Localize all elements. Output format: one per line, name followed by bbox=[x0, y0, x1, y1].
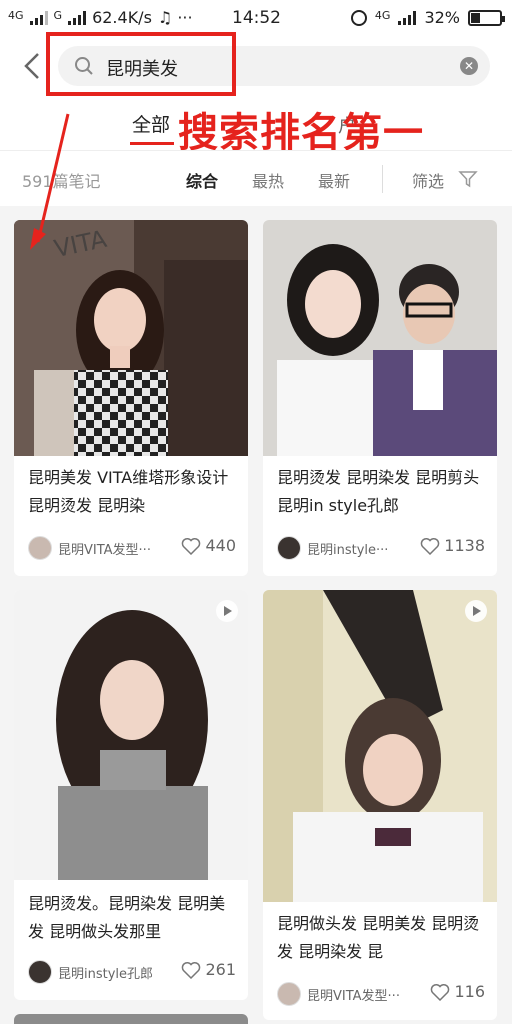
like-count: 116 bbox=[454, 982, 485, 1001]
sort-hottest[interactable]: 最热 bbox=[252, 168, 284, 192]
active-tab-indicator bbox=[130, 142, 174, 145]
post-photo bbox=[263, 220, 497, 456]
note-title: 昆明烫发。昆明染发 昆明美发 昆明做头发那里 bbox=[28, 894, 226, 941]
avatar bbox=[28, 536, 52, 560]
avatar bbox=[277, 536, 301, 560]
avatar bbox=[277, 982, 301, 1006]
author[interactable]: 昆明VITA发型··· bbox=[28, 536, 151, 560]
notification-icons: ♫ ··· bbox=[157, 8, 193, 27]
note-card[interactable] bbox=[14, 1014, 248, 1024]
signal-icon-3 bbox=[398, 10, 417, 25]
note-title: 昆明美发 VITA维塔形象设计 昆明烫发 昆明染 bbox=[28, 468, 229, 515]
network-type-2: G bbox=[53, 9, 63, 22]
like-button[interactable]: 261 bbox=[181, 960, 236, 979]
like-button[interactable]: 1138 bbox=[420, 536, 485, 555]
highlight-box bbox=[46, 32, 236, 96]
status-bar: 4G G 62.4K/s ♫ ··· 14:52 4G 32% bbox=[0, 0, 512, 36]
note-title: 昆明做头发 昆明美发 昆明烫发 昆明染发 昆 bbox=[277, 914, 480, 961]
note-card[interactable]: 昆明烫发。昆明染发 昆明美发 昆明做头发那里 昆明instyle孔郎 261 bbox=[14, 590, 248, 1000]
post-photo bbox=[263, 590, 497, 902]
heart-icon bbox=[420, 537, 440, 555]
signal-icon-1 bbox=[29, 10, 48, 25]
clock: 14:52 bbox=[232, 8, 281, 28]
note-card[interactable]: 昆明做头发 昆明美发 昆明烫发 昆明染发 昆 昆明VITA发型··· 116 bbox=[263, 590, 497, 1020]
post-photo bbox=[14, 590, 248, 880]
author-name: 昆明VITA发型··· bbox=[58, 542, 151, 558]
heart-icon bbox=[431, 983, 450, 1001]
sort-comprehensive[interactable]: 综合 bbox=[186, 168, 218, 192]
heart-icon bbox=[182, 961, 201, 979]
battery-percent: 32% bbox=[424, 8, 460, 27]
divider bbox=[382, 165, 383, 193]
video-icon bbox=[465, 600, 487, 622]
like-count: 1138 bbox=[444, 536, 485, 555]
note-card[interactable]: 昆明烫发 昆明染发 昆明剪头 昆明in style孔郎 昆明instyle···… bbox=[263, 220, 497, 576]
alarm-icon bbox=[350, 9, 367, 26]
network-type-3: 4G bbox=[374, 9, 391, 22]
author-name: 昆明VITA发型··· bbox=[307, 988, 400, 1004]
clear-icon[interactable]: ✕ bbox=[460, 57, 478, 75]
signal-icon-2 bbox=[68, 10, 87, 25]
post-photo bbox=[14, 1014, 248, 1024]
back-button[interactable] bbox=[20, 52, 44, 80]
filter-button[interactable]: 筛选 bbox=[412, 168, 444, 192]
note-card[interactable]: VITA 昆明美发 VITA维塔形象设计 昆明烫发 昆明染 昆明VITA发型··… bbox=[14, 220, 248, 576]
like-button[interactable]: 440 bbox=[181, 536, 236, 555]
tab-all[interactable]: 全部 bbox=[132, 110, 170, 137]
author-name: 昆明instyle孔郎 bbox=[58, 966, 154, 982]
chevron-left-icon bbox=[24, 53, 39, 79]
author[interactable]: 昆明instyle··· bbox=[277, 536, 388, 560]
video-icon bbox=[216, 600, 238, 622]
network-speed: 62.4K/s bbox=[92, 8, 152, 27]
note-title: 昆明烫发 昆明染发 昆明剪头 昆明in style孔郎 bbox=[277, 468, 480, 515]
like-count: 261 bbox=[205, 960, 236, 979]
network-type-1: 4G bbox=[8, 9, 24, 22]
author[interactable]: 昆明instyle孔郎 bbox=[28, 960, 153, 984]
avatar bbox=[28, 960, 52, 984]
funnel-icon[interactable] bbox=[458, 169, 478, 189]
annotation-arrow bbox=[30, 113, 70, 250]
like-count: 440 bbox=[205, 536, 236, 555]
like-button[interactable]: 116 bbox=[430, 982, 485, 1001]
author[interactable]: 昆明VITA发型··· bbox=[277, 982, 400, 1006]
author-name: 昆明instyle··· bbox=[307, 542, 389, 558]
battery-icon bbox=[468, 9, 505, 26]
sort-newest[interactable]: 最新 bbox=[318, 168, 350, 192]
heart-icon bbox=[182, 537, 201, 555]
